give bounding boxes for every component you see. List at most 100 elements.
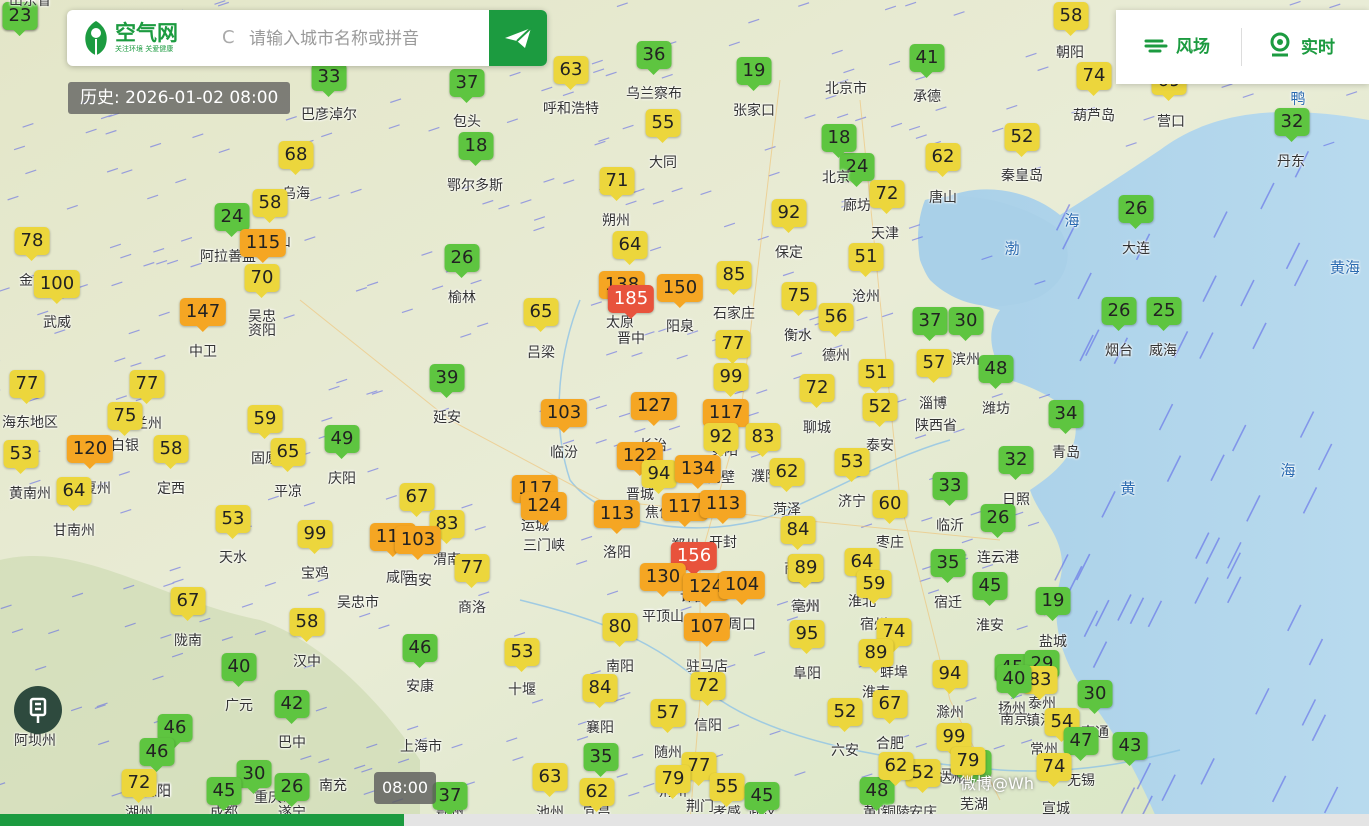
search-input[interactable] <box>247 22 489 56</box>
aqi-marker[interactable]: 99 <box>297 520 333 554</box>
aqi-marker[interactable]: 130 <box>639 563 687 597</box>
aqi-marker[interactable]: 53 <box>834 448 870 482</box>
aqi-marker[interactable]: 58 <box>1053 2 1089 36</box>
aqi-marker[interactable]: 115 <box>239 229 287 263</box>
aqi-marker[interactable]: 62 <box>769 458 805 492</box>
aqi-marker[interactable]: 75 <box>781 282 817 316</box>
aqi-marker[interactable]: 57 <box>650 699 686 733</box>
aqi-marker[interactable]: 37 <box>432 782 468 816</box>
aqi-marker[interactable]: 45 <box>972 572 1008 606</box>
aqi-marker[interactable]: 74 <box>1036 753 1072 787</box>
aqi-marker[interactable]: 40 <box>221 653 257 687</box>
aqi-marker[interactable]: 85 <box>716 261 752 295</box>
aqi-marker[interactable]: 26 <box>444 244 480 278</box>
aqi-marker[interactable]: 113 <box>699 490 747 524</box>
aqi-marker[interactable]: 52 <box>862 393 898 427</box>
aqi-marker[interactable]: 59 <box>856 570 892 604</box>
aqi-marker[interactable]: 103 <box>540 399 588 433</box>
aqi-marker[interactable]: 147 <box>179 298 227 332</box>
aqi-marker[interactable]: 72 <box>869 180 905 214</box>
aqi-marker[interactable]: 79 <box>655 765 691 799</box>
aqi-marker[interactable]: 77 <box>715 330 751 364</box>
aqi-marker[interactable]: 72 <box>690 672 726 706</box>
aqi-marker[interactable]: 53 <box>215 505 251 539</box>
aqi-marker[interactable]: 47 <box>1063 727 1099 761</box>
aqi-marker[interactable]: 18 <box>458 132 494 166</box>
aqi-marker[interactable]: 80 <box>602 613 638 647</box>
aqi-marker[interactable]: 45 <box>206 777 242 811</box>
realtime-button[interactable]: 实时 <box>1269 32 1335 58</box>
aqi-marker[interactable]: 35 <box>583 743 619 777</box>
aqi-marker[interactable]: 43 <box>1112 732 1148 766</box>
aqi-marker[interactable]: 34 <box>1048 400 1084 434</box>
aqi-marker[interactable]: 35 <box>930 549 966 583</box>
aqi-marker[interactable]: 92 <box>771 199 807 233</box>
aqi-marker[interactable]: 127 <box>630 392 678 426</box>
timeline-time-tag[interactable]: 08:00 <box>374 772 436 804</box>
aqi-marker[interactable]: 45 <box>744 782 780 816</box>
aqi-marker[interactable]: 60 <box>872 490 908 524</box>
aqi-marker[interactable]: 30 <box>948 307 984 341</box>
aqi-marker[interactable]: 65 <box>523 298 559 332</box>
aqi-marker[interactable]: 18 <box>821 124 857 158</box>
aqi-marker[interactable]: 185 <box>607 285 655 319</box>
aqi-marker[interactable]: 64 <box>612 231 648 265</box>
aqi-marker[interactable]: 41 <box>909 44 945 78</box>
aqi-marker[interactable]: 33 <box>932 472 968 506</box>
aqi-marker[interactable]: 46 <box>402 634 438 668</box>
aqi-marker[interactable]: 24 <box>214 203 250 237</box>
aqi-marker[interactable]: 103 <box>394 526 442 560</box>
aqi-marker[interactable]: 53 <box>504 638 540 672</box>
aqi-marker[interactable]: 26 <box>1101 297 1137 331</box>
aqi-marker[interactable]: 63 <box>553 56 589 90</box>
aqi-marker[interactable]: 57 <box>916 349 952 383</box>
aqi-marker[interactable]: 58 <box>289 608 325 642</box>
aqi-marker[interactable]: 95 <box>789 620 825 654</box>
aqi-marker[interactable]: 56 <box>818 303 854 337</box>
aqi-marker[interactable]: 19 <box>1035 587 1071 621</box>
aqi-marker[interactable]: 58 <box>252 189 288 223</box>
aqi-marker[interactable]: 62 <box>579 778 615 812</box>
aqi-marker[interactable]: 113 <box>593 500 641 534</box>
aqi-marker[interactable]: 134 <box>674 455 722 489</box>
aqi-marker[interactable]: 53 <box>3 440 39 474</box>
aqi-marker[interactable]: 55 <box>645 109 681 143</box>
aqi-marker[interactable]: 67 <box>170 587 206 621</box>
aqi-marker[interactable]: 84 <box>780 516 816 550</box>
aqi-marker[interactable]: 36 <box>636 41 672 75</box>
aqi-marker[interactable]: 94 <box>641 460 677 494</box>
aqi-marker[interactable]: 78 <box>14 227 50 261</box>
aqi-marker[interactable]: 124 <box>520 492 568 526</box>
aqi-marker[interactable]: 74 <box>1076 62 1112 96</box>
aqi-marker[interactable]: 120 <box>66 435 114 469</box>
aqi-marker[interactable]: 55 <box>709 773 745 807</box>
aqi-marker[interactable]: 77 <box>454 554 490 588</box>
aqi-marker[interactable]: 32 <box>998 446 1034 480</box>
aqi-marker[interactable]: 65 <box>270 438 306 472</box>
aqi-marker[interactable]: 19 <box>736 57 772 91</box>
aqi-marker[interactable]: 51 <box>848 243 884 277</box>
aqi-marker[interactable]: 94 <box>932 660 968 694</box>
aqi-marker[interactable]: 39 <box>429 364 465 398</box>
aqi-marker[interactable]: 72 <box>799 374 835 408</box>
aqi-marker[interactable]: 52 <box>827 698 863 732</box>
aqi-marker[interactable]: 84 <box>582 674 618 708</box>
aqi-marker[interactable]: 70 <box>244 264 280 298</box>
timeline-bar[interactable] <box>0 814 1369 826</box>
aqi-marker[interactable]: 77 <box>129 370 165 404</box>
aqi-marker[interactable]: 64 <box>56 477 92 511</box>
aqi-marker[interactable]: 62 <box>878 752 914 786</box>
aqi-marker[interactable]: 107 <box>683 613 731 647</box>
aqi-marker[interactable]: 83 <box>745 423 781 457</box>
aqi-marker[interactable]: 75 <box>107 402 143 436</box>
aqi-marker[interactable]: 30 <box>1077 680 1113 714</box>
aqi-marker[interactable]: 62 <box>925 143 961 177</box>
aqi-marker[interactable]: 89 <box>858 639 894 673</box>
aqi-marker[interactable]: 89 <box>788 554 824 588</box>
aqi-marker[interactable]: 92 <box>703 423 739 457</box>
aqi-marker[interactable]: 100 <box>33 270 81 304</box>
aqi-marker[interactable]: 71 <box>599 167 635 201</box>
aqi-marker[interactable]: 99 <box>713 363 749 397</box>
aqi-marker[interactable]: 67 <box>399 483 435 517</box>
aqi-marker[interactable]: 68 <box>278 141 314 175</box>
